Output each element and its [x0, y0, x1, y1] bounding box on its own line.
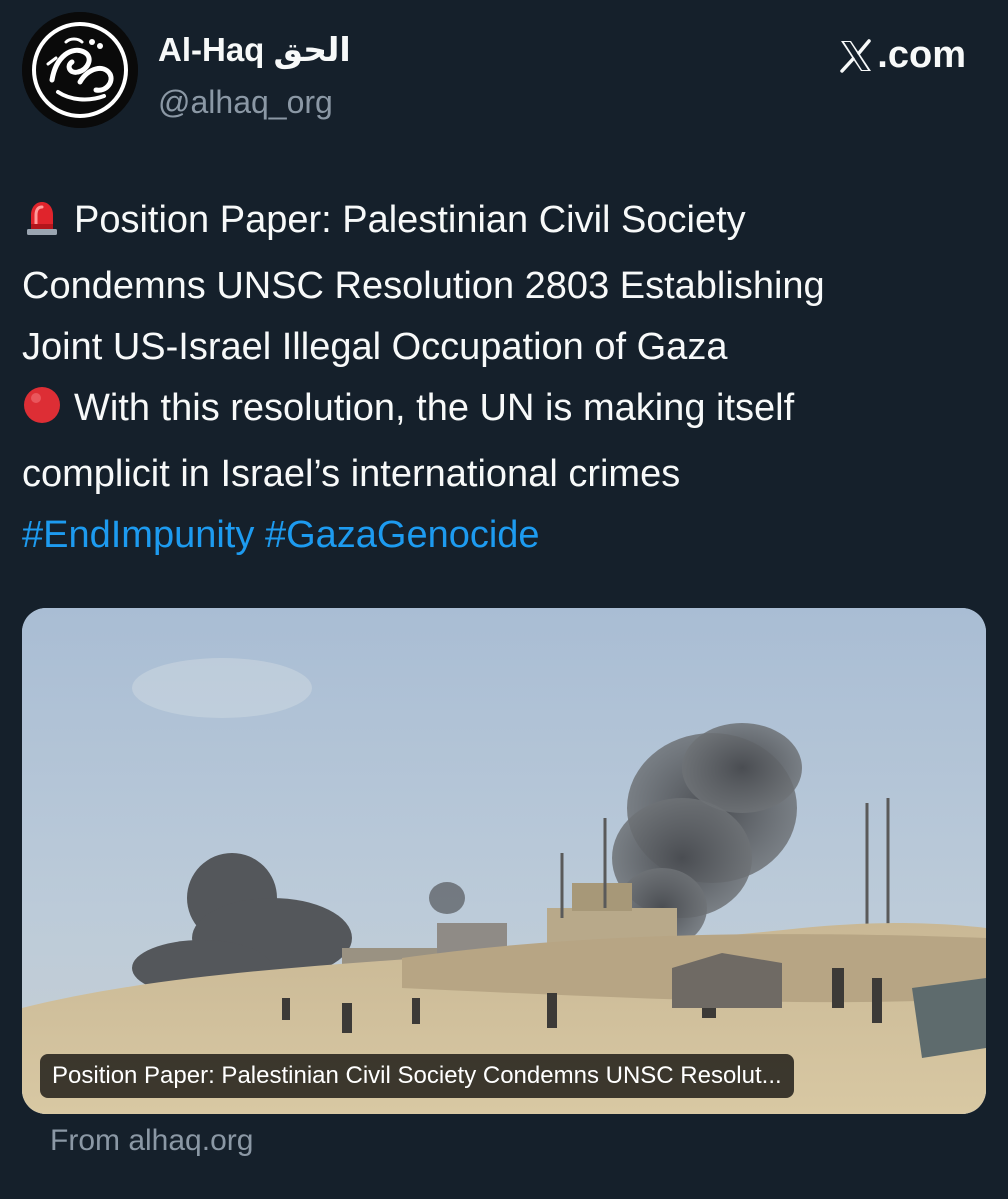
card-source[interactable]: From alhaq.org	[50, 1124, 253, 1158]
avatar[interactable]	[22, 12, 138, 128]
tweet-header: Al-Haq الحق @alhaq_org .com	[22, 12, 986, 132]
tweet-line-3: Joint US-Israel Illegal Occupation of Ga…	[22, 326, 728, 368]
account-handle[interactable]: @alhaq_org	[158, 84, 333, 121]
card-caption: Position Paper: Palestinian Civil Societ…	[40, 1054, 794, 1098]
al-haq-logo-icon	[22, 12, 138, 128]
hashtag-endimpunity[interactable]: #EndImpunity	[22, 514, 254, 556]
hashtag-line: #EndImpunity #GazaGenocide	[22, 505, 986, 566]
hashtag-gazagenocide[interactable]: #GazaGenocide	[265, 514, 540, 556]
tweet-line-2: Condemns UNSC Resolution 2803 Establishi…	[22, 265, 825, 307]
site-label: .com	[877, 34, 966, 76]
tweet-line-4: With this resolution, the UN is making i…	[22, 378, 986, 444]
link-card[interactable]: Position Paper: Palestinian Civil Societ…	[22, 608, 986, 1114]
display-name[interactable]: Al-Haq الحق	[158, 30, 351, 69]
rotating-light-icon	[22, 195, 62, 256]
tweet-line-5: complicit in Israel’s international crim…	[22, 453, 681, 495]
tweet-line-1-text: Position Paper: Palestinian Civil Societ…	[74, 199, 746, 241]
tweet-line-1: Position Paper: Palestinian Civil Societ…	[22, 190, 986, 256]
tweet-line-4-text: With this resolution, the UN is making i…	[74, 387, 795, 429]
tweet-text: Position Paper: Palestinian Civil Societ…	[22, 190, 986, 566]
site-badge: .com	[839, 34, 966, 77]
red-circle-icon	[22, 383, 62, 444]
x-logo-icon	[840, 38, 872, 73]
smoke-over-gaza-photo	[22, 608, 986, 1114]
